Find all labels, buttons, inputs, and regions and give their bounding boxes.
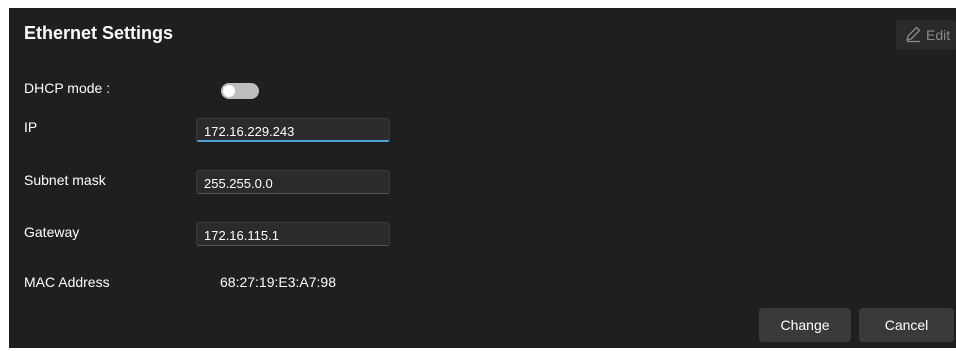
edit-button[interactable]: Edit (896, 20, 956, 50)
dhcp-mode-label: DHCP mode : (24, 80, 111, 96)
subnet-mask-label: Subnet mask (24, 172, 106, 188)
gateway-label: Gateway (24, 224, 80, 240)
cancel-button[interactable]: Cancel (859, 308, 954, 342)
toggle-knob (223, 85, 235, 97)
pencil-icon (904, 25, 926, 46)
change-button[interactable]: Change (759, 308, 851, 342)
ethernet-settings-panel: Ethernet Settings Edit DHCP mode : IP Su… (9, 8, 956, 348)
edit-label: Edit (926, 27, 951, 43)
gateway-input[interactable] (196, 222, 390, 246)
mac-address-value: 68:27:19:E3:A7:98 (220, 274, 336, 290)
dhcp-mode-toggle[interactable] (221, 83, 259, 99)
panel-title: Ethernet Settings (24, 23, 174, 43)
ip-label: IP (24, 119, 38, 135)
ip-input[interactable] (196, 118, 390, 142)
mac-address-label: MAC Address (24, 274, 110, 290)
subnet-mask-input[interactable] (196, 170, 390, 194)
